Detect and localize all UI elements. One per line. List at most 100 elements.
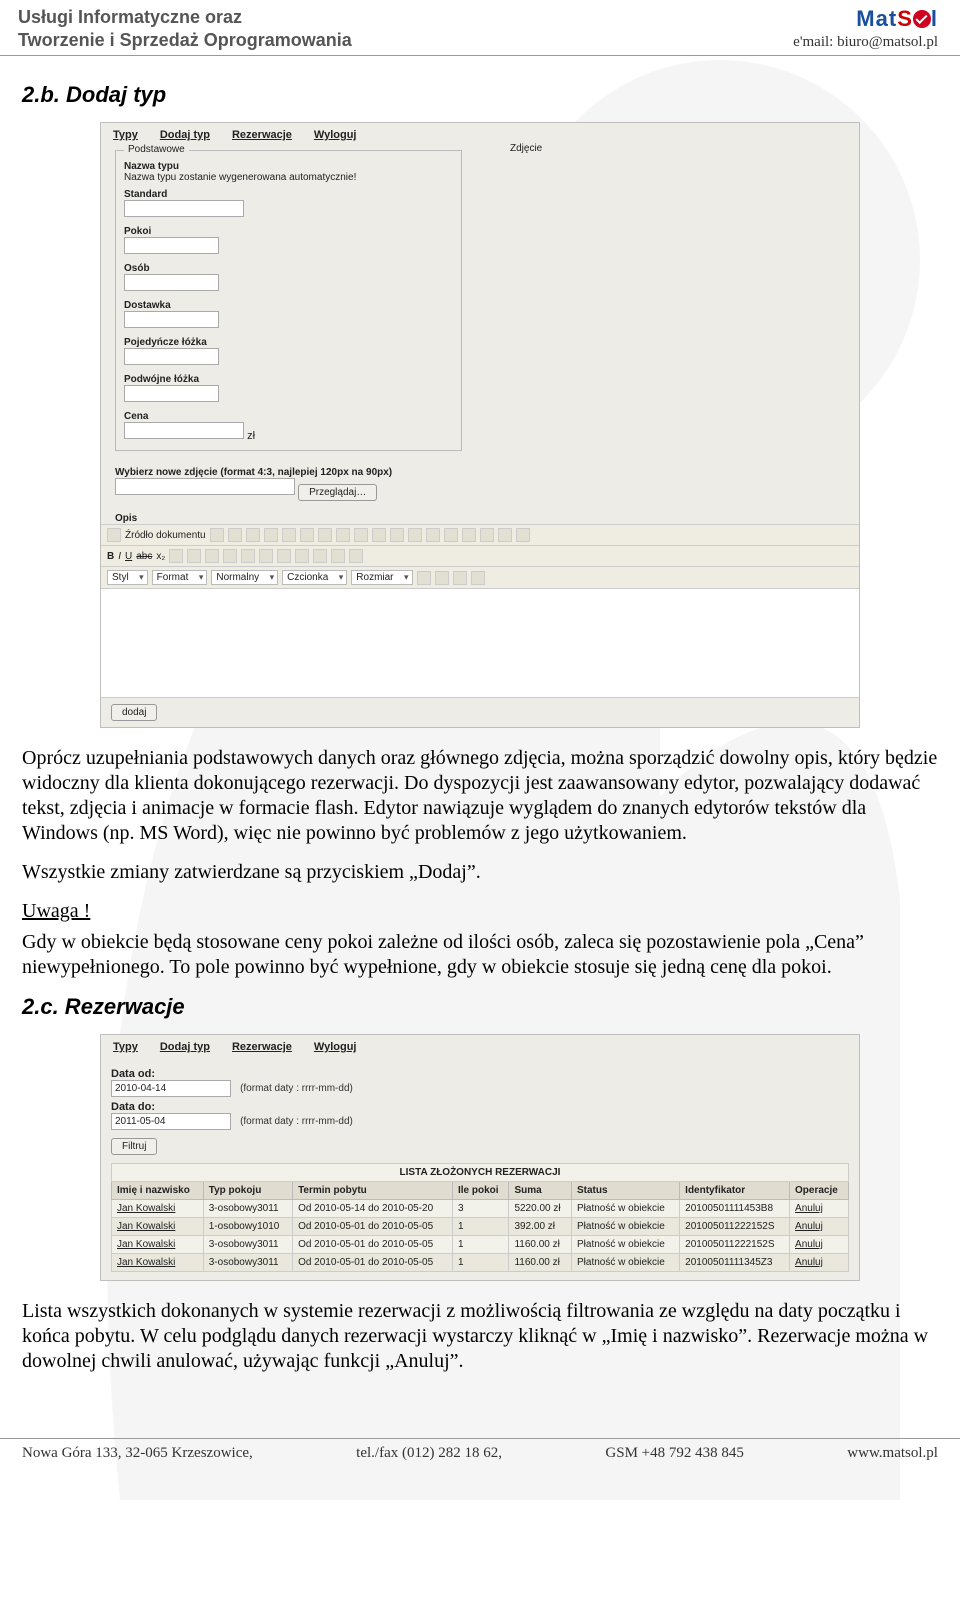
toolbar-format-drop[interactable]: Format xyxy=(152,570,208,585)
toolbar-icon[interactable] xyxy=(444,528,458,542)
cell-imie[interactable]: Jan Kowalski xyxy=(112,1218,204,1236)
nav2-rezerwacje[interactable]: Rezerwacje xyxy=(232,1041,292,1053)
toolbar-normalny-drop[interactable]: Normalny xyxy=(211,570,278,585)
embedded-screenshot-dodaj-typ: Typy Dodaj typ Rezerwacje Wyloguj Podsta… xyxy=(100,122,860,728)
input-file-path[interactable] xyxy=(115,478,295,495)
legend-zdjecie: Zdjęcie xyxy=(506,143,546,154)
toolbar-icon[interactable] xyxy=(354,528,368,542)
toolbar-icon[interactable] xyxy=(205,549,219,563)
toolbar-icon[interactable] xyxy=(264,528,278,542)
toolbar-subscript[interactable]: x₂ xyxy=(156,551,165,562)
toolbar-icon[interactable] xyxy=(331,549,345,563)
input-osob[interactable] xyxy=(124,274,219,291)
toolbar-icon[interactable] xyxy=(480,528,494,542)
editor-textarea[interactable] xyxy=(101,588,859,698)
browse-button[interactable]: Przeglądaj… xyxy=(298,484,377,501)
toolbar-icon[interactable] xyxy=(259,549,273,563)
label-pokoi: Pokoi xyxy=(124,226,453,237)
toolbar-icon[interactable] xyxy=(498,528,512,542)
toolbar-czcionka-drop[interactable]: Czcionka xyxy=(282,570,347,585)
col-typ: Typ pokoju xyxy=(203,1182,292,1200)
dodaj-button[interactable]: dodaj xyxy=(111,704,157,721)
cell-anuluj[interactable]: Anuluj xyxy=(790,1200,849,1218)
footer-tel: tel./fax (012) 282 18 62, xyxy=(356,1445,502,1462)
label-data-do: Data do: xyxy=(111,1101,849,1113)
nav2-typy[interactable]: Typy xyxy=(113,1041,138,1053)
toolbar-icon[interactable] xyxy=(282,528,296,542)
para-4: Lista wszystkich dokonanych w systemie r… xyxy=(22,1299,938,1374)
toolbar-icon[interactable] xyxy=(223,549,237,563)
toolbar-strike[interactable]: abc xyxy=(136,551,152,562)
input-podw-lozka[interactable] xyxy=(124,385,219,402)
nav2-dodaj-typ[interactable]: Dodaj typ xyxy=(160,1041,210,1053)
nav-rezerwacje[interactable]: Rezerwacje xyxy=(232,129,292,141)
label-cena: Cena xyxy=(124,411,453,422)
col-status: Status xyxy=(572,1182,680,1200)
toolbar-styl-drop[interactable]: Styl xyxy=(107,570,148,585)
toolbar-icon[interactable] xyxy=(390,528,404,542)
toolbar-source[interactable]: Źródło dokumentu xyxy=(125,530,206,541)
toolbar-italic[interactable]: I xyxy=(118,551,121,562)
cell-suma: 5220.00 zł xyxy=(509,1200,572,1218)
cell-status: Płatność w obiekcie xyxy=(572,1200,680,1218)
toolbar-icon[interactable] xyxy=(349,549,363,563)
toolbar-icon[interactable] xyxy=(107,528,121,542)
toolbar-icon[interactable] xyxy=(435,571,449,585)
col-ident: Identyfikator xyxy=(680,1182,790,1200)
cell-anuluj[interactable]: Anuluj xyxy=(790,1236,849,1254)
input-pokoi[interactable] xyxy=(124,237,219,254)
nav-wyloguj[interactable]: Wyloguj xyxy=(314,129,357,141)
toolbar-icon[interactable] xyxy=(453,571,467,585)
section-2c-title: 2.c. Rezerwacje xyxy=(22,994,938,1020)
input-data-do[interactable]: 2011-05-04 xyxy=(111,1113,231,1130)
cell-typ: 3-osobowy3011 xyxy=(203,1254,292,1272)
cell-imie[interactable]: Jan Kowalski xyxy=(112,1200,204,1218)
toolbar-icon[interactable] xyxy=(241,549,255,563)
toolbar-icon[interactable] xyxy=(210,528,224,542)
toolbar-icon[interactable] xyxy=(462,528,476,542)
input-poj-lozka[interactable] xyxy=(124,348,219,365)
cell-anuluj[interactable]: Anuluj xyxy=(790,1218,849,1236)
footer-gsm: GSM +48 792 438 845 xyxy=(605,1445,743,1462)
toolbar-icon[interactable] xyxy=(295,549,309,563)
toolbar-icon[interactable] xyxy=(313,549,327,563)
label-nazwa-typu: Nazwa typu xyxy=(124,161,453,172)
input-cena[interactable] xyxy=(124,422,244,439)
cell-ident: 201005011222152S xyxy=(680,1236,790,1254)
nav-dodaj-typ[interactable]: Dodaj typ xyxy=(160,129,210,141)
toolbar-icon[interactable] xyxy=(417,571,431,585)
cell-termin: Od 2010-05-14 do 2010-05-20 xyxy=(293,1200,453,1218)
cell-imie[interactable]: Jan Kowalski xyxy=(112,1236,204,1254)
cell-suma: 392.00 zł xyxy=(509,1218,572,1236)
input-dostawka[interactable] xyxy=(124,311,219,328)
para-3: Gdy w obiekcie będą stosowane ceny pokoi… xyxy=(22,930,938,980)
toolbar-icon[interactable] xyxy=(187,549,201,563)
toolbar-icon[interactable] xyxy=(169,549,183,563)
input-data-od[interactable]: 2010-04-14 xyxy=(111,1080,231,1097)
toolbar-icon[interactable] xyxy=(228,528,242,542)
toolbar-icon[interactable] xyxy=(246,528,260,542)
fs-podstawowe: Podstawowe Nazwa typu Nazwa typu zostani… xyxy=(115,150,462,451)
toolbar-icon[interactable] xyxy=(516,528,530,542)
cell-imie[interactable]: Jan Kowalski xyxy=(112,1254,204,1272)
toolbar-icon[interactable] xyxy=(277,549,291,563)
toolbar-icon[interactable] xyxy=(318,528,332,542)
label-wybierz-zdjecie: Wybierz nowe zdjęcie (format 4:3, najlep… xyxy=(115,467,845,478)
toolbar-bold[interactable]: B xyxy=(107,551,114,562)
toolbar-icon[interactable] xyxy=(372,528,386,542)
label-dostawka: Dostawka xyxy=(124,300,453,311)
nav2-wyloguj[interactable]: Wyloguj xyxy=(314,1041,357,1053)
filtruj-button[interactable]: Filtruj xyxy=(111,1138,157,1155)
col-suma: Suma xyxy=(509,1182,572,1200)
nav-typy[interactable]: Typy xyxy=(113,129,138,141)
cell-anuluj[interactable]: Anuluj xyxy=(790,1254,849,1272)
toolbar-icon[interactable] xyxy=(426,528,440,542)
input-standard[interactable] xyxy=(124,200,244,217)
toolbar-underline[interactable]: U xyxy=(125,551,132,562)
toolbar-rozmiar-drop[interactable]: Rozmiar xyxy=(351,570,412,585)
toolbar-icon[interactable] xyxy=(300,528,314,542)
cell-typ: 3-osobowy3011 xyxy=(203,1200,292,1218)
toolbar-icon[interactable] xyxy=(471,571,485,585)
toolbar-icon[interactable] xyxy=(408,528,422,542)
toolbar-icon[interactable] xyxy=(336,528,350,542)
